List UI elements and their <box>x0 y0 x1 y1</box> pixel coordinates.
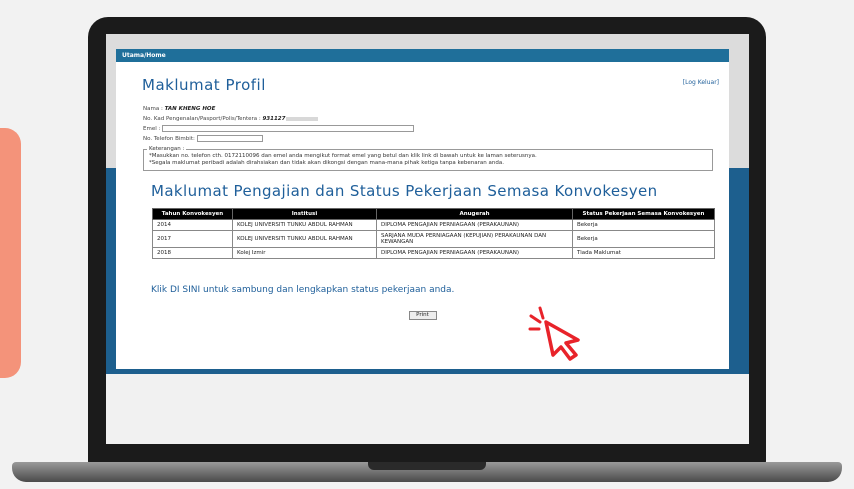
laptop-screen: Utama/Home [Log Keluar] Maklumat Profil … <box>106 34 749 444</box>
name-row: Nama : TAN KHENG HOE <box>143 104 719 114</box>
convocation-table: Tahun Konvokesyen Institusi Anugerah Sta… <box>152 208 715 259</box>
ic-redacted <box>286 116 319 121</box>
cell-year: 2017 <box>152 230 233 248</box>
continue-link[interactable]: Klik DI SINI untuk sambung dan lengkapka… <box>151 285 719 295</box>
ic-label: No. Kad Pengenalan/Pasport/Polis/Tentera… <box>143 116 261 122</box>
cell-status: Bekerja <box>572 219 715 231</box>
notes-line-2: *Segala maklumat peribadi adalah dirahsi… <box>149 160 504 166</box>
table-row: 2014 KOLEJ UNIVERSITI TUNKU ABDUL RAHMAN… <box>152 219 715 231</box>
col-header-year: Tahun Konvokesyen <box>152 208 233 220</box>
cell-institution: Kolej Izmir <box>232 247 377 259</box>
cell-institution: KOLEJ UNIVERSITI TUNKU ABDUL RAHMAN <box>232 219 377 231</box>
col-header-institution: Institusi <box>232 208 377 220</box>
cell-year: 2018 <box>152 247 233 259</box>
notes-line-1: *Masukkan no. telefon cth. 0172110096 da… <box>149 153 537 159</box>
email-row: Emel : <box>143 124 719 134</box>
decorative-orange-card <box>0 128 21 378</box>
name-label: Nama : <box>143 106 163 112</box>
phone-field[interactable] <box>196 135 263 142</box>
notes-box: Keterangan : *Masukkan no. telefon cth. … <box>143 146 713 171</box>
ic-value: 931127 <box>262 116 286 122</box>
cell-award: DIPLOMA PENGAJIAN PERNIAGAAN (PERAKAUNAN… <box>376 247 573 259</box>
top-navbar: Utama/Home <box>116 49 729 62</box>
click-pointer-icon <box>528 306 580 361</box>
nav-home-link[interactable]: Utama/Home <box>122 52 166 59</box>
cell-award: SARJANA MUDA PERNIAGAAN (KEPUJIAN) PERAK… <box>376 230 573 248</box>
phone-row: No. Telefon Bimbit: <box>143 134 719 144</box>
cell-status: Bekerja <box>572 230 715 248</box>
section-title: Maklumat Pengajian dan Status Pekerjaan … <box>151 182 658 200</box>
email-label: Emel : <box>143 126 161 132</box>
name-value: TAN KHENG HOE <box>164 106 216 112</box>
stage: Utama/Home [Log Keluar] Maklumat Profil … <box>0 0 854 489</box>
screen-background-bottom <box>106 374 749 444</box>
table-row: 2017 KOLEJ UNIVERSITI TUNKU ABDUL RAHMAN… <box>152 230 715 248</box>
cell-year: 2014 <box>152 219 233 231</box>
notes-legend: Keterangan : <box>147 146 187 153</box>
cell-award: DIPLOMA PENGAJIAN PERNIAGAAN (PERAKAUNAN… <box>376 219 573 231</box>
phone-label: No. Telefon Bimbit: <box>143 136 195 142</box>
col-header-award: Anugerah <box>376 208 573 220</box>
print-button[interactable]: Print <box>408 311 437 320</box>
email-field[interactable] <box>162 125 415 132</box>
profile-info: Nama : TAN KHENG HOE No. Kad Pengenalan/… <box>143 104 719 144</box>
ic-row: No. Kad Pengenalan/Pasport/Polis/Tentera… <box>143 114 719 124</box>
table-header-row: Tahun Konvokesyen Institusi Anugerah Sta… <box>152 208 715 220</box>
laptop-base-notch <box>368 462 486 470</box>
profile-page: Utama/Home [Log Keluar] Maklumat Profil … <box>116 49 729 369</box>
page-title: Maklumat Profil <box>142 76 266 94</box>
logout-link[interactable]: [Log Keluar] <box>683 79 719 86</box>
cell-status: Tiada Maklumat <box>572 247 715 259</box>
table-row: 2018 Kolej Izmir DIPLOMA PENGAJIAN PERNI… <box>152 247 715 259</box>
page-content: [Log Keluar] Maklumat Profil Nama : TAN … <box>116 76 729 320</box>
col-header-status: Status Pekerjaan Semasa Konvokesyen <box>572 208 715 220</box>
cell-institution: KOLEJ UNIVERSITI TUNKU ABDUL RAHMAN <box>232 230 377 248</box>
